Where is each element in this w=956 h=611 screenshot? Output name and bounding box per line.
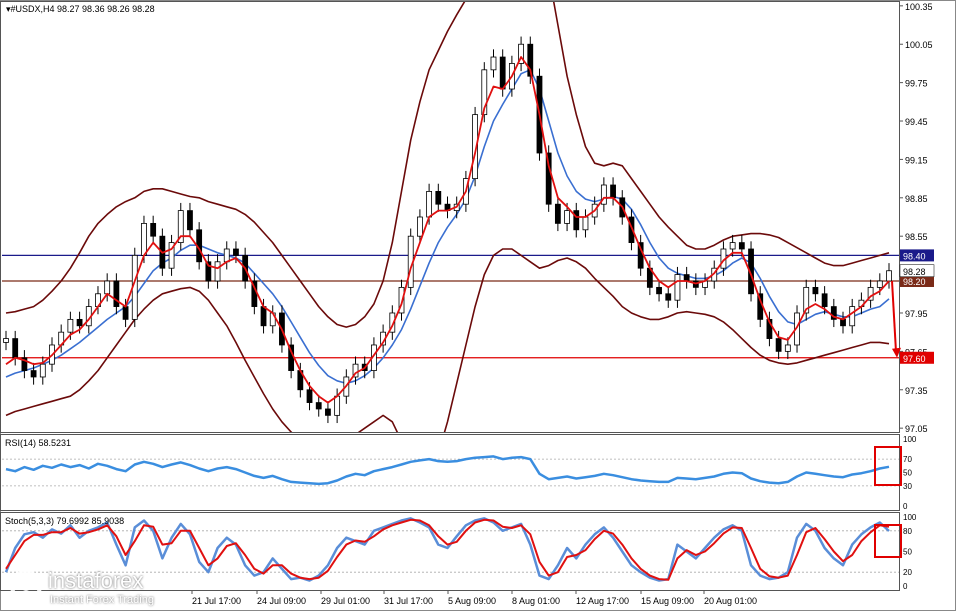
candle-body	[39, 363, 46, 378]
candle-body	[435, 191, 442, 205]
stoch-y-tick-label: 80	[903, 527, 912, 536]
candle-body	[315, 402, 322, 410]
x-tick-label: 20 Aug 01:00	[704, 596, 757, 606]
candle-body	[886, 270, 892, 282]
candle-body	[233, 248, 239, 256]
watermark-name: instaforex	[48, 568, 144, 593]
candle-body	[490, 56, 497, 71]
rsi-pane-frame	[0, 434, 900, 511]
candle-body	[214, 261, 221, 282]
last-price-label: 98.28	[903, 267, 926, 277]
level-price-label: 98.40	[903, 251, 926, 261]
candle-body	[334, 395, 341, 416]
candle-body	[610, 184, 616, 199]
x-tick-label: 8 Aug 01:00	[512, 596, 560, 606]
candle-body	[223, 248, 230, 263]
rsi-y-tick-label: 30	[903, 482, 912, 491]
stoch-y-tick-label: 0	[903, 582, 908, 591]
candle-body	[150, 222, 157, 237]
candle-body	[876, 280, 883, 288]
forecast-arrow-line	[891, 280, 897, 352]
candle-body	[812, 286, 819, 295]
candle-body	[738, 242, 745, 250]
candle-body	[30, 370, 37, 378]
price-y-tick-label: 100.05	[905, 40, 933, 50]
price-y-tick-label: 99.15	[905, 155, 928, 165]
candle-body	[674, 274, 681, 301]
stoch-y-tick-label: 100	[903, 513, 917, 522]
rsi-y-tick-label: 50	[903, 469, 912, 478]
candle-body	[582, 216, 589, 231]
price-y-tick-label: 100.35	[905, 2, 933, 12]
price-y-tick-label: 97.35	[905, 386, 928, 396]
candle-body	[122, 306, 129, 320]
candle-body	[665, 293, 672, 301]
stoch-y-tick-label: 50	[903, 548, 912, 557]
candle-body	[729, 242, 736, 250]
x-tick-label: 15 Aug 09:00	[641, 596, 694, 606]
watermark-tagline: Instant Forex Trading	[50, 594, 154, 606]
candle-body	[113, 280, 120, 307]
x-tick-label: 24 Jul 09:00	[257, 596, 306, 606]
bollinger-lower-band	[5, 248, 890, 432]
candle-body	[499, 56, 506, 90]
rsi-title: RSI(14) 58.5231	[5, 438, 71, 448]
level-price-label: 98.20	[903, 277, 926, 287]
price-y-tick-label: 99.75	[905, 79, 928, 89]
candle-body	[3, 338, 9, 343]
rsi-y-tick-label: 70	[903, 455, 912, 464]
price-y-tick-label: 99.45	[905, 117, 928, 127]
price-y-tick-label: 97.95	[905, 309, 928, 319]
price-y-tick-label: 98.85	[905, 194, 928, 204]
main-pane-frame	[0, 1, 900, 433]
candle-body	[76, 318, 83, 327]
candle-body	[141, 222, 147, 256]
rsi-y-tick-label: 100	[903, 435, 917, 444]
candle-body	[426, 191, 433, 218]
trading-chart[interactable]: 100.35 100.05 99.75 99.45 99.15 98.85 98.55 98.…	[0, 0, 956, 611]
instaforex-watermark: instaforex Instant Forex Trading	[6, 566, 178, 610]
candle-body	[104, 280, 111, 295]
candle-body	[554, 203, 561, 224]
candle-body	[306, 389, 313, 403]
candle-body	[683, 274, 690, 282]
instaforex-logo-icon	[10, 570, 42, 602]
candle-body	[12, 338, 19, 359]
candle-body	[840, 318, 846, 327]
candle-body	[564, 210, 570, 224]
x-tick-label: 5 Aug 09:00	[448, 596, 496, 606]
candle-body	[849, 306, 856, 327]
candle-body	[260, 306, 267, 327]
price-y-tick-label: 97.05	[905, 424, 928, 434]
stoch-y-tick-label: 20	[903, 568, 912, 577]
candle-body	[187, 210, 193, 231]
candle-body	[573, 210, 580, 231]
x-tick-label: 31 Jul 17:00	[384, 596, 433, 606]
rsi-line	[5, 455, 890, 486]
candle-body	[417, 216, 423, 237]
x-tick-label: 12 Aug 17:00	[576, 596, 629, 606]
candle-body	[325, 408, 331, 416]
candle-body	[775, 338, 782, 352]
candle-body	[656, 286, 662, 295]
candle-body	[821, 293, 828, 307]
rsi-y-tick-label: 0	[903, 502, 908, 511]
price-plot-area	[2, 2, 899, 432]
price-y-tick-label: 98.55	[905, 232, 928, 242]
level-price-label: 97.60	[903, 354, 926, 364]
stoch-title: Stoch(5,3,3) 79.6992 85.9038	[5, 516, 124, 526]
candle-body	[67, 318, 74, 333]
x-tick-label: 21 Jul 17:00	[192, 596, 241, 606]
moving-average-slow	[5, 69, 890, 385]
symbol-header: ▾#USDX,H4 98.27 98.36 98.26 98.28	[6, 4, 155, 14]
moving-average-fast	[5, 56, 890, 404]
bollinger-upper-band	[5, 2, 890, 328]
candle-body	[784, 344, 791, 352]
x-tick-label: 29 Jul 01:00	[321, 596, 370, 606]
